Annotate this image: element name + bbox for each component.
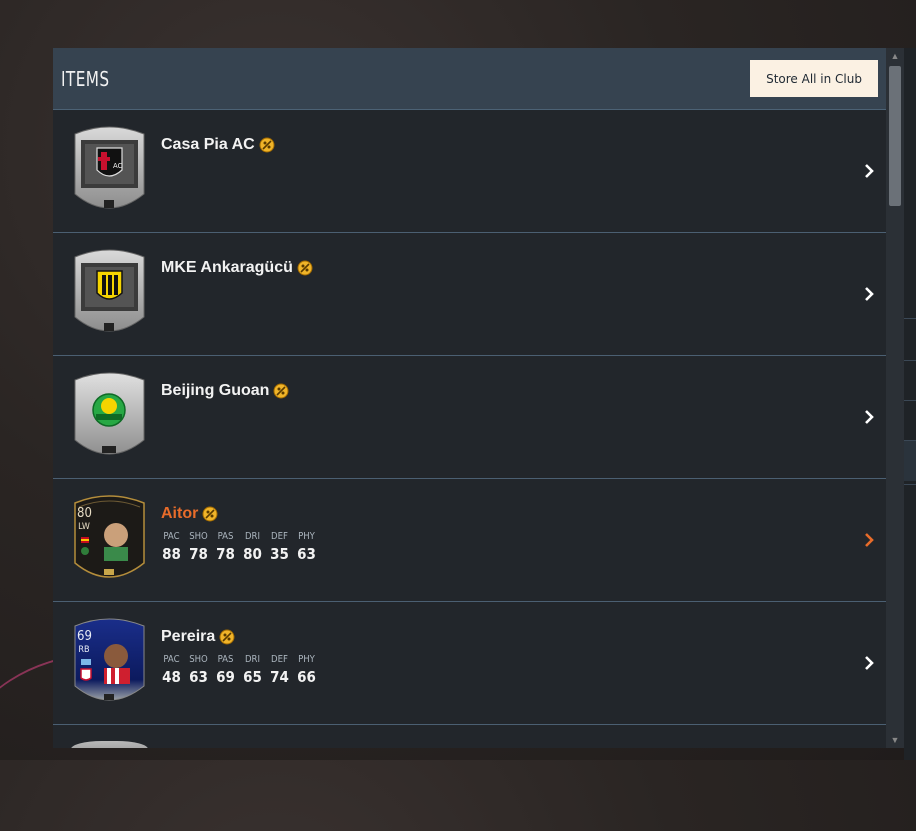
svg-text:AC: AC [113,163,123,170]
stat-label: PAS [217,654,234,665]
item-name: MKE Ankaragücü [161,259,313,277]
stat-label: PHY [298,654,315,665]
card-position: LW [78,522,90,532]
list-item[interactable]: AC Casa Pia AC [53,110,886,233]
scrollbar[interactable]: ▲ ▼ [886,48,904,748]
stat-label: PAC [163,654,180,665]
stat-value: 78 [189,545,208,563]
kit-card [71,370,148,462]
stat-value: 69 [216,668,235,686]
player-card: 69 RB [71,616,148,708]
panel-title: ITEMS [61,66,110,91]
untradeable-icon [273,383,289,399]
item-name: Aitor [161,505,218,523]
item-name: Pereira [161,628,235,646]
stat-value: 74 [270,668,289,686]
player-stats: PAC 48 SHO 63 PAS 69 DRI 65 DEF 74 PHY 66 [161,654,317,686]
list-item[interactable] [53,725,886,748]
card-position: RB [78,645,90,655]
chevron-right-icon[interactable] [860,531,878,549]
player-card: 80 LW [71,493,148,585]
untradeable-icon [219,629,235,645]
stat-label: DRI [244,654,261,665]
untradeable-icon [297,260,313,276]
stat-label: PHY [298,531,315,542]
chevron-right-icon[interactable] [860,285,878,303]
store-all-in-club-button[interactable]: Store All in Club [750,60,878,97]
untradeable-icon [202,506,218,522]
stat-label: SHO [189,531,208,542]
stat-label: SHO [189,654,208,665]
stat-label: DRI [244,531,261,542]
stat-value: 78 [216,545,235,563]
chevron-right-icon[interactable] [860,162,878,180]
background-panel-edge [904,48,916,760]
scroll-up-arrow-icon[interactable]: ▲ [890,51,900,61]
stat-label: PAC [163,531,180,542]
stat-value: 35 [270,545,289,563]
list-item[interactable]: Beijing Guoan [53,356,886,479]
badge-card: AC [71,124,148,216]
card-rating: 80 [77,506,92,521]
stat-value: 80 [243,545,262,563]
scrollbar-thumb[interactable] [889,66,901,206]
player-stats: PAC 88 SHO 78 PAS 78 DRI 80 DEF 35 PHY 63 [161,531,317,563]
item-name: Beijing Guoan [161,382,289,400]
item-name: Casa Pia AC [161,136,275,154]
panel-header: ITEMS Store All in Club [53,48,886,110]
stat-value: 88 [162,545,181,563]
scroll-down-arrow-icon[interactable]: ▼ [890,735,900,745]
stat-value: 63 [297,545,316,563]
stat-value: 48 [162,668,181,686]
list-item[interactable]: MKE Ankaragücü [53,233,886,356]
item-card [71,741,148,748]
list-item[interactable]: 80 LW Aitor PAC 88 SHO 78 PAS 78 DRI 80 DEF 3… [53,479,886,602]
list-item[interactable]: 69 RB Pereira PAC 48 SHO 63 PAS 69 DRI 65 DE… [53,602,886,725]
stat-label: DEF [271,531,288,542]
stat-value: 63 [189,668,208,686]
chevron-right-icon[interactable] [860,654,878,672]
chevron-right-icon[interactable] [860,408,878,426]
card-rating: 69 [77,629,92,644]
items-panel: ITEMS Store All in Club AC Casa Pia AC M… [53,48,886,748]
untradeable-icon [259,137,275,153]
stat-label: DEF [271,654,288,665]
stat-label: PAS [217,531,234,542]
stat-value: 65 [243,668,262,686]
badge-card [71,247,148,339]
stat-value: 66 [297,668,316,686]
